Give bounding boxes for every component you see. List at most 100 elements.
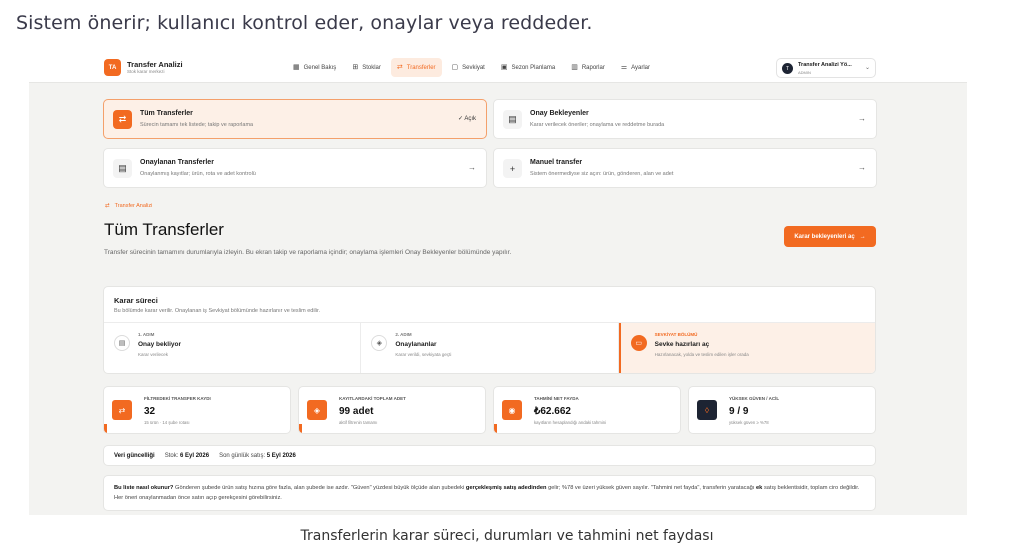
- nav-ayarlar[interactable]: ⚌ Ayarlar: [615, 58, 656, 77]
- avatar: T: [782, 63, 793, 74]
- stat-note: yüksek güven ≥ %78: [729, 420, 769, 425]
- cta-label: Karar bekleyenleri aç: [794, 233, 855, 240]
- note-text: gelir; %78 ve üzeri yüksek güven sayılır…: [548, 485, 755, 491]
- transfer-icon: ⇄: [112, 400, 132, 420]
- nav-sezon-planlama[interactable]: ▣ Sezon Planlama: [495, 58, 561, 77]
- stat-value: 9 / 9: [729, 406, 749, 417]
- calendar-icon: ▣: [500, 64, 508, 71]
- nav-label: Raporlar: [581, 64, 605, 71]
- user-role: ADMIN: [798, 70, 811, 75]
- shield-icon: ◊: [697, 400, 717, 420]
- step-sevkiyat[interactable]: ▭ SEVKİYAT BÖLÜMÜ Sevke hazırları aç Haz…: [618, 323, 875, 373]
- nav-sevkiyat[interactable]: ▢ Sevkiyat: [446, 58, 491, 77]
- sale-date: Son günlük satış: 5 Eyl 2026: [219, 452, 296, 459]
- nav-label: Sezon Planlama: [511, 64, 556, 71]
- option-manuel-transfer[interactable]: + Manuel transfer Sistem önermediyse siz…: [493, 148, 877, 188]
- transfer-icon: ⇄: [113, 110, 132, 129]
- option-title: Onay Bekleyenler: [530, 110, 589, 117]
- stat-high-confidence: ◊ YÜKSEK GÜVEN / ACİL 9 / 9 yüksek güven…: [688, 386, 876, 434]
- step-onay-bekliyor[interactable]: ▤ 1. ADIM Onay bekliyor Karar verilecek: [104, 323, 362, 373]
- step-name: Sevke hazırları aç: [654, 341, 710, 348]
- step-number: SEVKİYAT BÖLÜMÜ: [654, 332, 698, 337]
- transfer-icon: ⇄: [105, 203, 110, 209]
- nav-stoklar[interactable]: ⊞ Stoklar: [346, 58, 387, 77]
- step-desc: Karar verildi, sevkiyata geçti: [395, 352, 452, 357]
- option-desc: Sistem önermediyse siz açın: ürün, gönde…: [530, 171, 674, 177]
- boxes-icon: ⊞: [352, 64, 359, 71]
- decision-steps: ▤ 1. ADIM Onay bekliyor Karar verilecek …: [104, 322, 875, 373]
- brand-subtitle: Stok karar merkezi: [127, 69, 165, 74]
- nav-label: Transferler: [406, 64, 436, 71]
- nav-raporlar[interactable]: ▥ Raporlar: [565, 58, 611, 77]
- page-eyebrow: ⇄ Transfer Analizi: [105, 203, 152, 209]
- brand-title: Transfer Analizi: [127, 60, 183, 69]
- option-desc: Onaylanmış kayıtlar; ürün, rota ve adet …: [140, 171, 256, 177]
- nav-label: Sevkiyat: [462, 64, 485, 71]
- how-to-read-note: Bu liste nasıl okunur? Gönderen şubede ü…: [103, 475, 876, 511]
- stat-label: KAYITLARDAKİ TOPLAM ADET: [339, 396, 406, 401]
- clipboard-icon: ▤: [114, 335, 130, 351]
- option-title: Onaylanan Transferler: [140, 159, 214, 166]
- bar-chart-icon: ▥: [571, 64, 578, 71]
- step-number: 1. ADIM: [138, 332, 155, 337]
- arrow-right-icon: →: [858, 163, 866, 172]
- accent-bar: [299, 424, 302, 433]
- chevron-down-icon: ⌄: [864, 65, 870, 71]
- coin-icon: ◉: [502, 400, 522, 420]
- stat-label: TAHMİNİ NET FAYDA: [534, 396, 579, 401]
- page-lead: Transfer sürecinin tamamını durumlarıyla…: [104, 249, 512, 256]
- decision-subtitle: Bu bölümde karar verilir. Onaylanan iş S…: [114, 308, 321, 314]
- stat-value: 99 adet: [339, 406, 374, 417]
- step-name: Onaylananlar: [395, 341, 437, 348]
- option-onay-bekleyenler[interactable]: ▤ Onay Bekleyenler Karar verilecek öneri…: [493, 99, 877, 139]
- step-desc: Karar verilecek: [138, 352, 169, 357]
- arrow-right-icon: →: [858, 114, 866, 123]
- caption-bottom: Transferlerin karar süreci, durumları ve…: [300, 528, 714, 544]
- grid-icon: ▦: [293, 64, 300, 71]
- eyebrow-label: Transfer Analizi: [114, 203, 153, 209]
- plus-icon: +: [503, 159, 522, 178]
- stat-value: 32: [144, 406, 156, 417]
- stat-value: ₺62.662: [534, 406, 571, 417]
- nav-label: Ayarlar: [631, 64, 651, 71]
- option-title: Tüm Transferler: [140, 110, 193, 117]
- step-name: Onay bekliyor: [138, 341, 181, 348]
- clipboard-icon: ▤: [503, 110, 522, 129]
- open-pending-button[interactable]: Karar bekleyenleri aç →: [784, 226, 876, 247]
- nav-genel-bakis[interactable]: ▦ Genel Bakış: [287, 58, 342, 77]
- accent-bar: [104, 424, 107, 433]
- stat-total-quantity: ◈ KAYITLARDAKİ TOPLAM ADET 99 adet aktif…: [298, 386, 486, 434]
- data-freshness-bar: Veri güncelliği Stok: 6 Eyl 2026 Son gün…: [103, 445, 876, 466]
- page-title: Tüm Transferler: [104, 220, 224, 239]
- option-tum-transferler[interactable]: ⇄ Tüm Transferler Sürecin tamamı tek lis…: [103, 99, 487, 139]
- app-screenshot: TA Transfer Analizi Stok karar merkezi ▦…: [29, 53, 967, 515]
- arrow-right-icon: →: [468, 163, 476, 172]
- brand-logo[interactable]: TA: [104, 59, 121, 76]
- stat-note: 15 ürün · 14 şube rotası: [144, 420, 190, 425]
- step-onaylananlar[interactable]: ◈ 2. ADIM Onaylananlar Karar verildi, se…: [361, 323, 619, 373]
- stat-label: FİLTREDEKİ TRANSFER KAYDI: [144, 396, 211, 401]
- accent-bar: [494, 424, 497, 433]
- decision-title: Karar süreci: [114, 296, 158, 305]
- note-bold: gerçekleşmiş satış adedinden: [465, 485, 547, 491]
- note-bold: ek: [756, 485, 763, 491]
- note-text: Gönderen şubede ürün satış hızına göre f…: [175, 485, 465, 491]
- nav-transferler[interactable]: ⇄ Transferler: [390, 58, 442, 77]
- top-bar: TA Transfer Analizi Stok karar merkezi ▦…: [29, 53, 967, 83]
- user-menu[interactable]: T Transfer Analizi Yö... ADMIN ⌄: [776, 58, 876, 78]
- stat-transfer-count: ⇄ FİLTREDEKİ TRANSFER KAYDI 32 15 ürün ·…: [103, 386, 291, 434]
- user-name: Transfer Analizi Yö...: [798, 62, 852, 68]
- option-onaylanan-transferler[interactable]: ▤ Onaylanan Transferler Onaylanmış kayıt…: [103, 148, 487, 188]
- transfer-icon: ⇄: [396, 64, 403, 71]
- option-desc: Sürecin tamamı tek listede; takip ve rap…: [140, 122, 254, 128]
- truck-icon: ▭: [630, 335, 647, 351]
- note-lead: Bu liste nasıl okunur?: [114, 485, 174, 491]
- package-icon: ◈: [307, 400, 327, 420]
- stat-note: aktif filtrenin tamamı: [339, 420, 378, 425]
- clipboard-check-icon: ▤: [113, 159, 132, 178]
- package-icon: ◈: [371, 335, 388, 351]
- stat-label: YÜKSEK GÜVEN / ACİL: [729, 396, 780, 401]
- stock-date: Stok: 6 Eyl 2026: [164, 452, 210, 459]
- main-nav: ▦ Genel Bakış ⊞ Stoklar ⇄ Transferler ▢ Sevk…: [287, 58, 656, 77]
- stat-net-benefit: ◉ TAHMİNİ NET FAYDA ₺62.662 kayıtların h…: [493, 386, 681, 434]
